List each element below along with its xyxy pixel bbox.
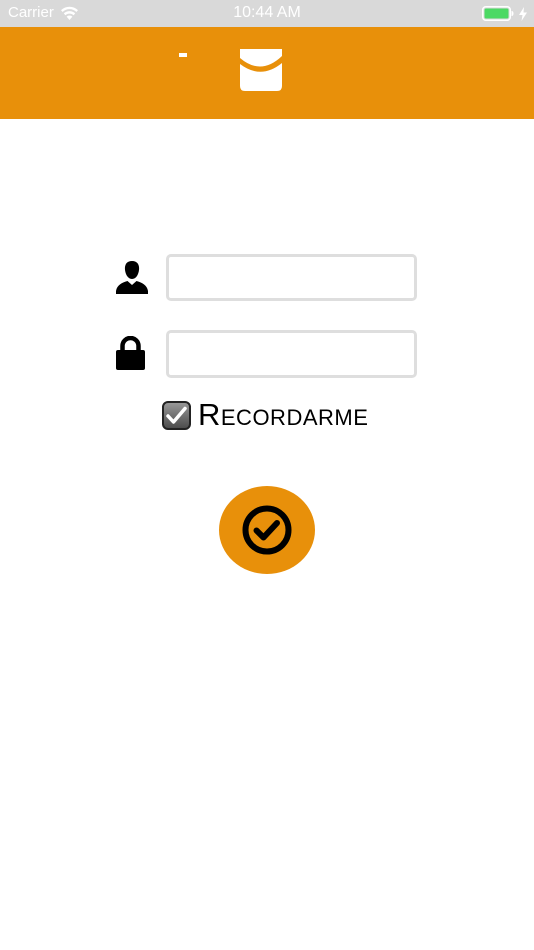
lock-icon (116, 336, 145, 370)
status-time: 10:44 AM (233, 4, 301, 21)
battery-group (482, 6, 527, 21)
app-header (0, 27, 534, 119)
checkbox-checked-icon[interactable] (162, 400, 191, 430)
user-icon (116, 261, 148, 294)
password-input[interactable] (166, 330, 417, 378)
remember-me-label: Recordarme (198, 397, 369, 432)
username-input[interactable] (166, 254, 417, 301)
password-row (0, 330, 534, 378)
battery-icon (482, 6, 514, 21)
username-row (0, 254, 534, 301)
status-bar: Carrier 10:44 AM (0, 0, 534, 27)
header-dash-mark (179, 53, 187, 57)
remember-me-toggle[interactable]: Recordarme (162, 397, 368, 433)
login-submit-button[interactable] (219, 486, 315, 574)
charging-bolt-icon (519, 6, 527, 21)
check-circle-icon (242, 505, 292, 555)
mail-envelope-icon (240, 49, 282, 91)
